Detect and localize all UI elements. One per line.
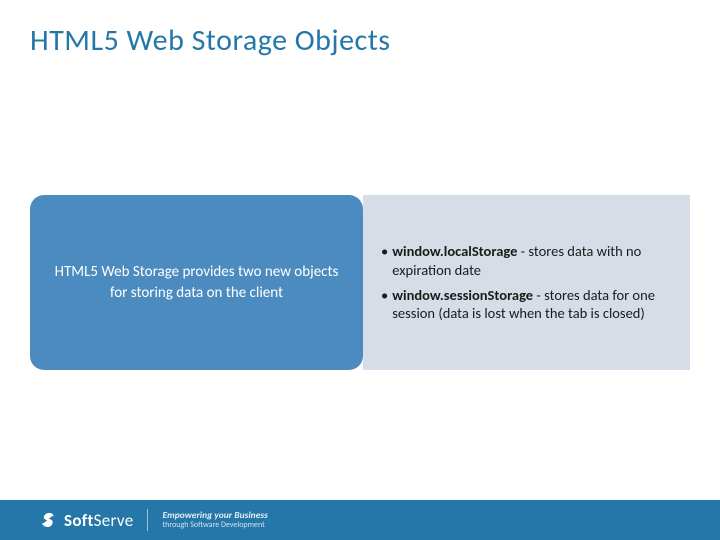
intro-box: HTML5 Web Storage provides two new objec… [30,195,363,370]
content-row: HTML5 Web Storage provides two new objec… [30,195,690,370]
footer-divider [147,509,148,531]
tagline-line2: through Software Development [162,521,267,530]
bullet-text: window.sessionStorage - stores data for … [392,286,670,324]
list-item: • window.sessionStorage - stores data fo… [381,286,670,324]
bullet-text: window.localStorage - stores data with n… [392,242,670,280]
brand-tagline: Empowering your Business through Softwar… [162,510,267,530]
details-box: • window.localStorage - stores data with… [363,195,690,370]
brand-name: SoftServe [64,510,133,531]
list-item: • window.localStorage - stores data with… [381,242,670,280]
softserve-s-icon [40,511,58,529]
bullet-icon: • [381,286,388,324]
slide-title: HTML5 Web Storage Objects [30,22,390,59]
bullet-icon: • [381,242,388,280]
footer-bar: SoftServe Empowering your Business throu… [0,500,720,540]
brand-logo: SoftServe [40,510,133,531]
